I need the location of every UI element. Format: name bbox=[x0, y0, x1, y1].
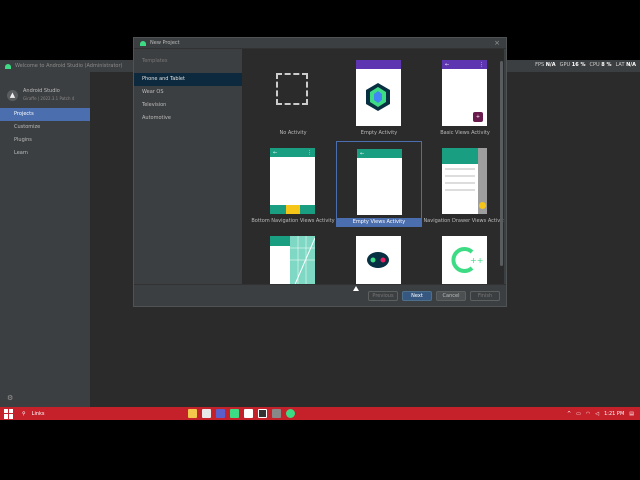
template-label: Basic Views Activity bbox=[440, 130, 490, 136]
app-icon[interactable] bbox=[272, 409, 281, 418]
template-categories: Templates Phone and Tablet Wear OS Telev… bbox=[134, 49, 242, 285]
template-no-activity[interactable]: No Activity bbox=[250, 53, 336, 139]
previous-button[interactable]: Previous bbox=[368, 290, 398, 301]
category-phone-and-tablet[interactable]: Phone and Tablet bbox=[134, 73, 242, 86]
mouse-cursor-icon bbox=[353, 286, 359, 291]
template-navigation-drawer-views-activity[interactable]: Navigation Drawer Views Activity bbox=[422, 141, 504, 227]
perf-fps: FPS N/A bbox=[535, 62, 556, 68]
window-title: Welcome to Android Studio (Administrator… bbox=[15, 63, 123, 69]
app-icon[interactable] bbox=[216, 409, 225, 418]
template-row3-item-2[interactable] bbox=[336, 229, 422, 285]
template-label: Empty Views Activity bbox=[337, 218, 421, 226]
windows-taskbar: ⚲ Links ^ ▭ ◠ ◁ 1:21 PM ▤ bbox=[0, 407, 640, 420]
fab-icon: + bbox=[473, 112, 483, 122]
cpp-icon: ++ bbox=[451, 247, 483, 273]
drawer-preview bbox=[442, 148, 478, 214]
system-tray: ^ ▭ ◠ ◁ 1:21 PM ▤ bbox=[567, 409, 634, 418]
welcome-sidebar: ▲ Android Studio Giraffe | 2022.3.1 Patc… bbox=[0, 72, 90, 408]
template-label: Bottom Navigation Views Activity bbox=[251, 218, 335, 224]
volume-icon[interactable]: ◁ bbox=[595, 411, 599, 417]
template-row3-item-3[interactable]: ++ bbox=[422, 229, 504, 285]
phone-preview: ← ⋮ bbox=[270, 148, 315, 214]
perf-overlay: FPS N/A GPU 16 % CPU 8 % LAT N/A bbox=[535, 62, 636, 68]
gear-icon[interactable]: ⚙ bbox=[7, 394, 13, 402]
welcome-nav-projects[interactable]: Projects bbox=[0, 108, 90, 121]
bottom-nav-preview bbox=[270, 205, 315, 214]
perf-cpu: CPU 8 % bbox=[589, 62, 612, 68]
toolbar-preview: ← ⋮ bbox=[442, 60, 487, 69]
close-icon[interactable]: × bbox=[494, 39, 500, 47]
welcome-nav-learn[interactable]: Learn bbox=[0, 147, 90, 160]
file-explorer-icon[interactable] bbox=[188, 409, 197, 418]
clock[interactable]: 1:21 PM bbox=[604, 411, 624, 417]
phone-preview: ← ⋮ + bbox=[442, 60, 487, 126]
template-basic-views-activity[interactable]: ← ⋮ + Basic Views Activity bbox=[422, 53, 504, 139]
android-studio-logo-icon: ▲ bbox=[7, 89, 18, 101]
search-icon: ⚲ bbox=[22, 410, 26, 417]
template-label: Navigation Drawer Views Activity bbox=[423, 218, 504, 224]
phone-preview bbox=[442, 148, 487, 214]
app-version: Giraffe | 2022.3.1 Patch 4 bbox=[23, 96, 75, 101]
android-studio-icon bbox=[140, 40, 146, 46]
phone-preview: ← bbox=[357, 149, 402, 215]
chevron-up-icon[interactable]: ^ bbox=[567, 411, 571, 417]
svg-text:++: ++ bbox=[470, 256, 483, 265]
template-grid: No Activity Empty Activity ← ⋮ + Basic Vi… bbox=[242, 49, 504, 285]
template-empty-activity[interactable]: Empty Activity bbox=[336, 53, 422, 139]
game-controller-icon bbox=[367, 252, 389, 268]
dashed-placeholder-icon bbox=[276, 73, 308, 105]
toolbar-preview bbox=[356, 60, 401, 69]
category-automotive[interactable]: Automotive bbox=[134, 112, 242, 125]
welcome-nav-customize[interactable]: Customize bbox=[0, 121, 90, 134]
perf-lat: LAT N/A bbox=[615, 62, 636, 68]
dialog-title-bar: New Project bbox=[134, 38, 506, 49]
phone-preview bbox=[356, 236, 401, 285]
toolbar-preview: ← bbox=[357, 149, 402, 158]
template-bottom-navigation-views-activity[interactable]: ← ⋮ Bottom Navigation Views Activity bbox=[250, 141, 336, 227]
windows-start-icon[interactable] bbox=[4, 408, 14, 419]
notifications-icon[interactable]: ▤ bbox=[629, 411, 634, 417]
category-wear-os[interactable]: Wear OS bbox=[134, 86, 242, 99]
next-button[interactable]: Next bbox=[402, 290, 432, 301]
app-icon[interactable] bbox=[230, 409, 239, 418]
compose-logo-icon bbox=[366, 83, 390, 111]
cancel-button[interactable]: Cancel bbox=[436, 290, 466, 301]
new-project-dialog: New Project × Templates Phone and Tablet… bbox=[133, 37, 507, 307]
battery-icon[interactable]: ▭ bbox=[576, 411, 581, 417]
finish-button[interactable]: Finish bbox=[470, 290, 500, 301]
taskbar-search-text: Links bbox=[31, 410, 45, 417]
template-label: No Activity bbox=[279, 130, 307, 136]
template-grid-scrollbar[interactable] bbox=[500, 61, 503, 266]
perf-gpu: GPU 16 % bbox=[559, 62, 586, 68]
taskbar-apps bbox=[188, 409, 295, 418]
brand: ▲ Android Studio Giraffe | 2022.3.1 Patc… bbox=[0, 72, 90, 108]
categories-header: Templates bbox=[142, 58, 168, 64]
dialog-footer: Previous Next Cancel Finish bbox=[134, 284, 506, 306]
template-row3-item-1[interactable] bbox=[250, 229, 336, 285]
category-television[interactable]: Television bbox=[134, 99, 242, 112]
app-name: Android Studio bbox=[23, 88, 60, 94]
android-studio-taskbar-icon[interactable] bbox=[286, 409, 295, 418]
chrome-icon[interactable] bbox=[202, 409, 211, 418]
template-empty-views-activity[interactable]: ← Empty Views Activity bbox=[336, 141, 422, 227]
phone-preview: ++ bbox=[442, 236, 487, 285]
toolbar-preview: ← ⋮ bbox=[270, 148, 315, 157]
android-studio-icon bbox=[5, 63, 11, 69]
dialog-title: New Project bbox=[150, 40, 180, 46]
template-label: Empty Activity bbox=[360, 130, 398, 136]
wifi-icon[interactable]: ◠ bbox=[586, 411, 590, 417]
app-icon[interactable] bbox=[258, 409, 267, 418]
phone-preview bbox=[356, 60, 401, 126]
welcome-nav-plugins[interactable]: Plugins bbox=[0, 134, 90, 147]
app-icon[interactable] bbox=[244, 409, 253, 418]
taskbar-search[interactable]: ⚲ Links bbox=[22, 411, 172, 417]
phone-preview bbox=[270, 236, 315, 285]
